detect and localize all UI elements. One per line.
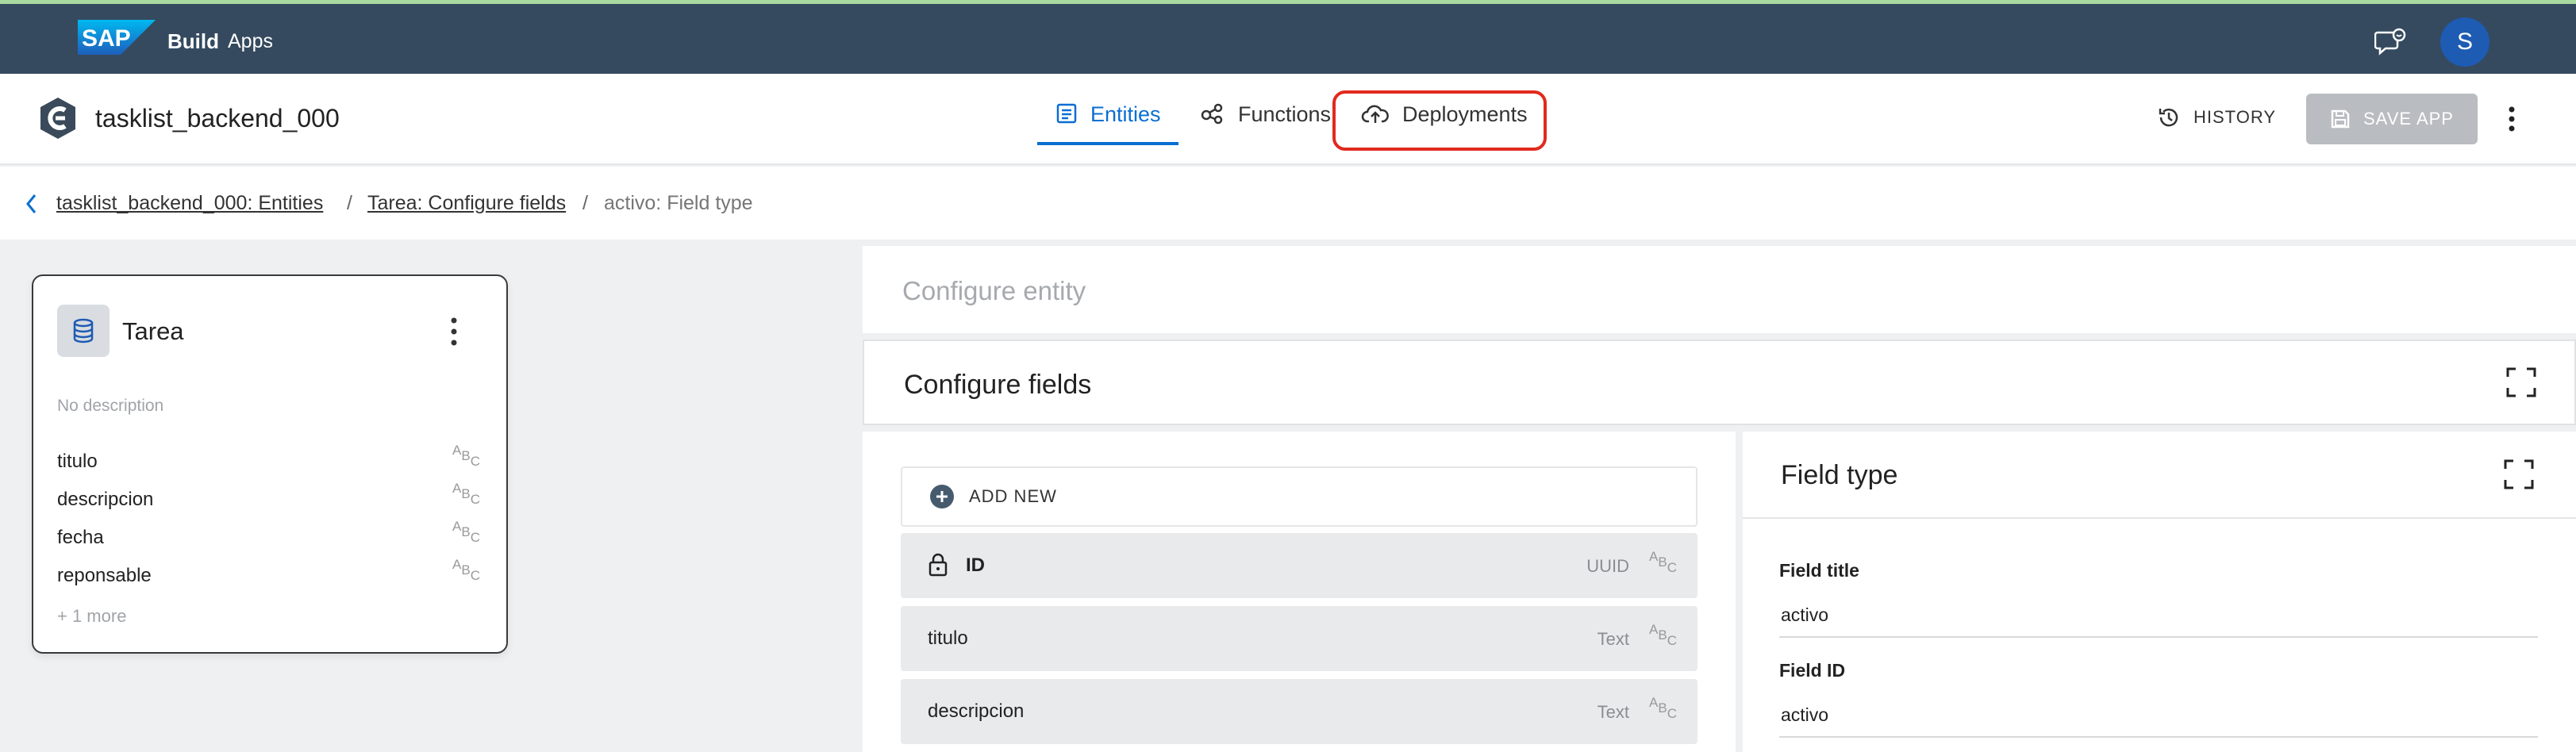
active-tab-indicator	[1037, 142, 1178, 145]
add-circle-icon	[930, 485, 954, 508]
entities-icon	[1056, 103, 1077, 124]
more-options-icon[interactable]	[2504, 106, 2520, 132]
save-app-label: SAVE APP	[2363, 109, 2454, 129]
field-title-underline	[1779, 636, 2538, 638]
breadcrumb-link-entities[interactable]: tasklist_backend_000: Entities	[56, 192, 323, 215]
field-title-input[interactable]: activo	[1781, 604, 1828, 626]
product-name: Build	[167, 29, 219, 53]
field-name: descripcion	[928, 700, 1025, 722]
deployments-highlight-box	[1332, 90, 1547, 151]
breadcrumb-separator: /	[582, 192, 588, 214]
entity-field: reponsable	[57, 565, 152, 586]
history-button[interactable]: HISTORY	[2157, 106, 2276, 129]
field-type: UUID	[1586, 556, 1629, 576]
functions-icon	[1201, 103, 1223, 125]
field-row[interactable]: descripcion Text ABC	[901, 679, 1697, 744]
text-type-icon: ABC	[1649, 549, 1677, 575]
field-type-header: Field type	[1743, 432, 2576, 519]
user-avatar[interactable]: S	[2440, 17, 2489, 67]
field-name: titulo	[928, 627, 968, 649]
entity-field: fecha	[57, 527, 104, 548]
text-type-icon: ABC	[452, 519, 480, 545]
back-chevron-icon[interactable]	[24, 192, 40, 216]
tab-functions[interactable]: Functions	[1200, 102, 1331, 150]
field-title-label: Field title	[1779, 560, 1859, 581]
entity-icon	[57, 305, 110, 357]
field-type: Text	[1597, 629, 1629, 649]
avatar-initial: S	[2456, 29, 2473, 55]
field-id-input[interactable]: activo	[1781, 704, 1828, 726]
section-name: Apps	[228, 30, 273, 52]
fields-list: ADD NEW ID UUID ABC titulo Text ABC desc…	[863, 432, 1736, 752]
lock-icon	[929, 553, 948, 577]
text-type-icon: ABC	[1649, 622, 1677, 648]
text-type-icon: ABC	[452, 443, 480, 469]
tab-functions-label: Functions	[1238, 102, 1332, 126]
entity-description: No description	[57, 397, 164, 415]
app-logo-icon	[40, 98, 75, 139]
field-id-underline	[1779, 736, 2538, 738]
app-header: tasklist_backend_000 Entities Functions …	[0, 74, 2576, 165]
field-name: ID	[966, 554, 985, 576]
entity-name: Tarea	[122, 317, 184, 345]
entity-more-fields[interactable]: + 1 more	[57, 606, 126, 627]
field-row[interactable]: ID UUID ABC	[901, 533, 1697, 598]
field-id-label: Field ID	[1779, 660, 1846, 681]
breadcrumb: tasklist_backend_000: Entities / Tarea: …	[0, 167, 2576, 240]
expand-icon[interactable]	[2503, 458, 2535, 490]
history-icon	[2159, 108, 2178, 127]
entity-card[interactable]: Tarea No description titulo ABC descripc…	[32, 274, 508, 654]
breadcrumb-link-configure-fields[interactable]: Tarea: Configure fields	[367, 192, 566, 215]
shell-bar: SAP Build Apps S	[0, 0, 2576, 74]
text-type-icon: ABC	[1649, 695, 1677, 721]
history-label: HISTORY	[2193, 107, 2276, 127]
text-type-icon: ABC	[452, 481, 480, 507]
database-icon	[73, 318, 94, 343]
configure-fields-panel: Configure fields	[863, 340, 2576, 425]
breadcrumb-separator: /	[347, 192, 352, 214]
field-type-title: Field type	[1781, 460, 1898, 490]
entity-more-icon[interactable]	[448, 316, 460, 347]
configure-entity-panel[interactable]: Configure entity	[863, 246, 2576, 333]
sap-logo[interactable]: SAP	[78, 20, 156, 55]
configure-fields-title: Configure fields	[904, 370, 1092, 400]
add-new-label: ADD NEW	[969, 486, 1057, 506]
text-type-icon: ABC	[452, 557, 480, 583]
field-type-panel: Field type Field title activo Field ID a…	[1743, 432, 2576, 752]
add-new-field-button[interactable]: ADD NEW	[901, 466, 1697, 527]
app-title: tasklist_backend_000	[95, 104, 340, 132]
save-app-button[interactable]: SAVE APP	[2306, 94, 2478, 144]
sap-logo-text: SAP	[82, 25, 131, 52]
feedback-icon[interactable]	[2374, 28, 2406, 56]
expand-icon[interactable]	[2505, 366, 2537, 398]
tab-entities-label: Entities	[1090, 102, 1161, 126]
entity-field: descripcion	[57, 489, 154, 510]
entity-field: titulo	[57, 451, 98, 472]
save-icon	[2331, 109, 2350, 129]
breadcrumb-current: activo: Field type	[604, 192, 753, 214]
field-row[interactable]: titulo Text ABC	[901, 606, 1697, 671]
field-type: Text	[1597, 702, 1629, 722]
configure-entity-title: Configure entity	[902, 276, 1086, 305]
